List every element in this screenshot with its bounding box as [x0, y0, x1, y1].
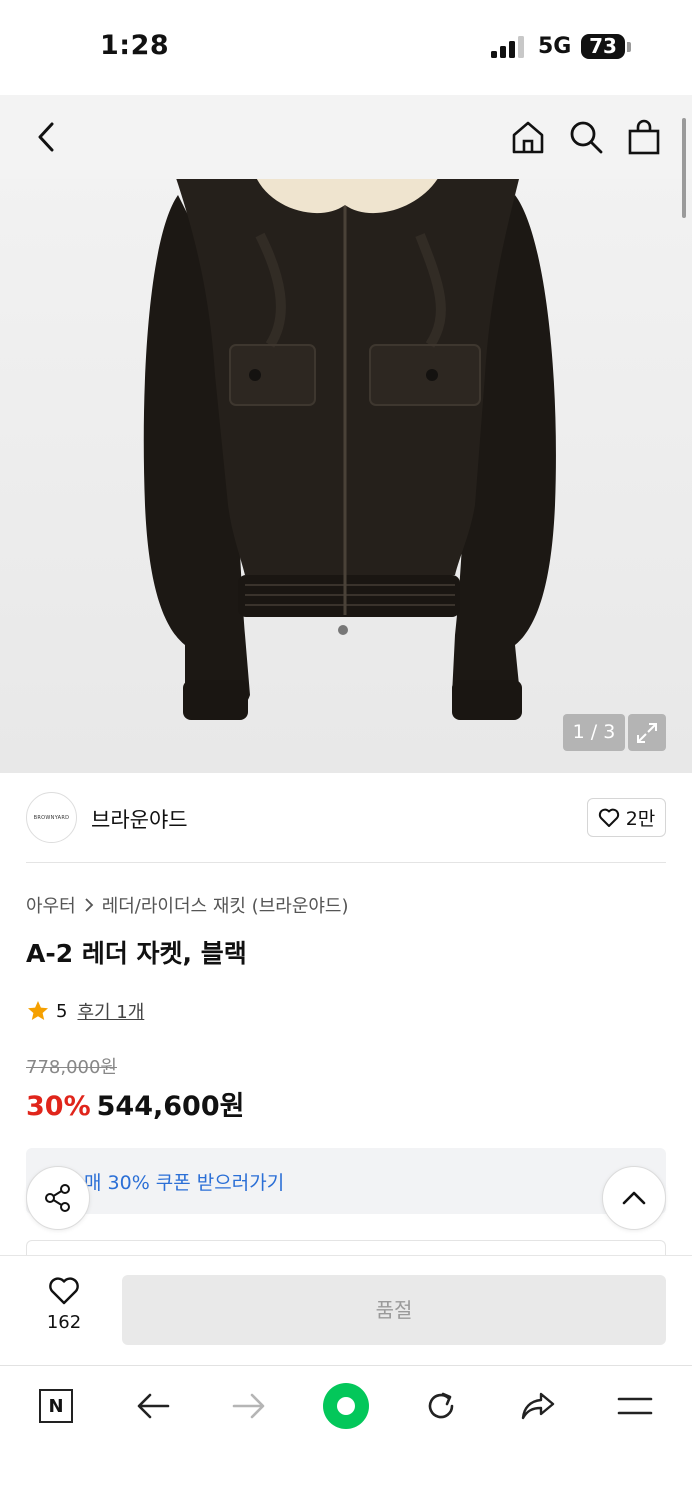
heart-icon	[598, 808, 619, 827]
search-button[interactable]	[564, 115, 608, 159]
search-icon	[570, 121, 603, 154]
heart-icon	[49, 1277, 79, 1305]
naver-home-button[interactable]: N	[26, 1380, 86, 1432]
expand-button[interactable]	[628, 714, 666, 751]
home-icon	[512, 121, 544, 154]
scroll-top-button[interactable]	[602, 1166, 666, 1230]
menu-button[interactable]	[605, 1380, 665, 1432]
browser-share-button[interactable]	[508, 1380, 568, 1432]
arrow-left-icon	[137, 1393, 170, 1419]
status-bar: 1:28 5G 73	[0, 0, 692, 95]
cart-button[interactable]	[622, 115, 666, 159]
chevron-up-icon	[622, 1191, 646, 1205]
share-icon	[45, 1184, 70, 1212]
wish-count: 162	[46, 1312, 82, 1333]
chevron-right-icon	[85, 898, 93, 912]
browser-back-button[interactable]	[123, 1380, 183, 1432]
home-button[interactable]	[506, 115, 550, 159]
breadcrumb-category[interactable]: 아우터	[26, 892, 76, 918]
star-icon	[28, 1001, 48, 1020]
share-button[interactable]	[26, 1166, 90, 1230]
browser-forward-button[interactable]	[219, 1380, 279, 1432]
breadcrumb: 아우터 레더/라이더스 재킷 (브라운야드)	[26, 892, 349, 918]
coupon-text[interactable]: 매 30% 쿠폰 받으러가기	[84, 1168, 284, 1195]
arrow-right-icon	[232, 1393, 265, 1419]
refresh-icon	[428, 1392, 454, 1419]
product-image	[143, 175, 556, 720]
green-dot-icon	[323, 1383, 369, 1429]
review-link[interactable]: 후기 1개	[77, 998, 144, 1024]
top-nav	[0, 95, 692, 179]
expand-icon	[637, 722, 657, 743]
status-time: 1:28	[100, 30, 170, 61]
price-row: 30% 544,600원	[26, 1084, 244, 1123]
soldout-button[interactable]: 품절	[122, 1275, 666, 1345]
brand-like-button[interactable]: 2만	[587, 798, 666, 837]
naver-icon: N	[39, 1389, 73, 1423]
rating-score: 5	[56, 1000, 68, 1022]
brand-logo[interactable]: BROWNYARD	[26, 792, 77, 843]
original-price: 778,000원	[26, 1057, 117, 1078]
shopping-bag-icon	[628, 119, 660, 155]
product-image-gallery[interactable]	[0, 95, 692, 773]
network-label: 5G	[538, 34, 572, 59]
divider	[26, 862, 666, 863]
breadcrumb-subcategory[interactable]: 레더/라이더스 재킷 (브라운야드)	[102, 892, 349, 918]
image-counter: 1 / 3	[563, 714, 625, 751]
battery-tip	[627, 42, 631, 52]
brand-like-count: 2만	[625, 808, 656, 830]
brand-name[interactable]: 브라운야드	[91, 804, 188, 834]
battery-icon: 73	[581, 34, 625, 59]
share-arrow-icon	[521, 1392, 555, 1420]
sale-price: 544,600원	[96, 1091, 245, 1122]
chevron-left-icon	[38, 122, 54, 152]
product-title: A-2 레더 자켓, 블랙	[26, 939, 247, 968]
refresh-button[interactable]	[411, 1380, 471, 1432]
discount-rate: 30%	[26, 1091, 91, 1122]
signal-icon	[491, 36, 524, 58]
scrollbar[interactable]	[682, 118, 686, 218]
wish-button[interactable]: 162	[34, 1276, 94, 1333]
rating: 5 후기 1개	[26, 998, 144, 1024]
back-button[interactable]	[26, 115, 66, 159]
hamburger-icon	[617, 1397, 653, 1415]
green-dot-button[interactable]	[316, 1380, 376, 1432]
